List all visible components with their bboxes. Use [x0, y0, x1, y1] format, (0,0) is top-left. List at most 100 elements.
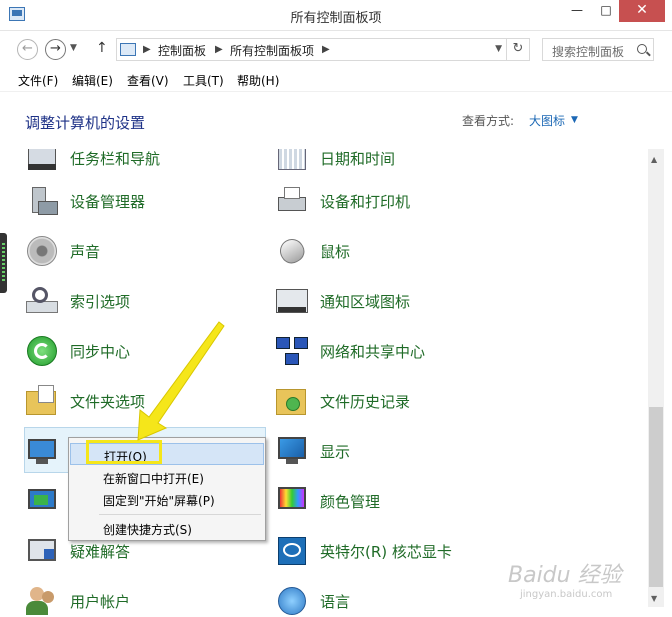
folder-options-icon — [24, 383, 60, 419]
menu-item-label: 在新窗口中打开(E) — [103, 472, 204, 486]
vertical-scrollbar[interactable]: ▲ ▼ — [648, 149, 664, 607]
speaker-icon — [24, 233, 60, 269]
maximize-button[interactable]: □ — [592, 0, 620, 22]
item-user-accounts[interactable]: 用户帐户 — [24, 578, 264, 617]
item-label: 语言 — [320, 593, 351, 611]
menu-item-label: 固定到"开始"屏幕(P) — [103, 494, 215, 508]
item-language[interactable]: 语言 — [274, 578, 514, 617]
printer-icon — [274, 183, 310, 219]
breadcrumb-control-panel[interactable]: 控制面板 — [158, 42, 206, 59]
control-panel-icon — [120, 43, 136, 56]
minimize-button[interactable]: — — [563, 0, 591, 22]
item-label: 网络和共享中心 — [320, 343, 426, 361]
search-input[interactable]: 搜索控制面板 — [542, 38, 654, 61]
notification-icon — [274, 283, 310, 319]
menu-item-label: 创建快捷方式(S) — [103, 523, 192, 537]
breadcrumb-all-items[interactable]: 所有控制面板项 — [230, 42, 314, 59]
scroll-up-arrow-icon[interactable]: ▲ — [651, 155, 657, 164]
close-button[interactable]: ✕ — [619, 0, 665, 22]
item-label: 文件夹选项 — [70, 393, 146, 411]
item-network-sharing-center[interactable]: 网络和共享中心 — [274, 328, 514, 374]
item-device-manager[interactable]: 设备管理器 — [24, 178, 264, 224]
mouse-icon — [274, 233, 310, 269]
taskbar-icon — [24, 149, 60, 176]
view-by-chevron-down-icon[interactable]: ▼ — [571, 115, 578, 125]
context-menu-pin-to-start[interactable]: 固定到"开始"屏幕(P) — [70, 488, 264, 510]
recent-locations-dropdown-icon[interactable]: ▼ — [70, 43, 77, 53]
item-file-history[interactable]: 文件历史记录 — [274, 378, 514, 424]
calendar-icon — [274, 149, 310, 176]
address-row: ← → ▼ ↑ ▶ 控制面板 ▶ 所有控制面板项 ▶ ▼ ↻ 搜索控制面板 — [0, 31, 672, 65]
item-label: 声音 — [70, 243, 101, 261]
item-intel-graphics[interactable]: 英特尔(R) 核芯显卡 — [274, 528, 514, 574]
watermark-url: jingyan.baidu.com — [520, 589, 613, 600]
item-sync-center[interactable]: 同步中心 — [24, 328, 264, 374]
color-management-icon — [274, 483, 310, 519]
side-panel-handle[interactable] — [0, 233, 7, 293]
item-label: 设备和打印机 — [320, 193, 411, 211]
troubleshooting-icon — [24, 533, 60, 569]
back-button[interactable]: ← — [17, 39, 38, 60]
context-menu-open-new-window[interactable]: 在新窗口中打开(E) — [70, 466, 264, 488]
item-taskbar-navigation[interactable]: 任务栏和导航 — [24, 149, 264, 181]
breadcrumb-separator-icon[interactable]: ▶ — [322, 44, 330, 55]
intel-graphics-icon — [274, 533, 310, 569]
view-by-dropdown[interactable]: 大图标 — [529, 112, 565, 129]
user-accounts-icon — [24, 583, 60, 617]
up-button[interactable]: ↑ — [96, 40, 108, 56]
search-placeholder: 搜索控制面板 — [552, 45, 625, 59]
item-label: 颜色管理 — [320, 493, 381, 511]
forward-button[interactable]: → — [45, 39, 66, 60]
annotation-highlight-box — [86, 440, 162, 464]
sync-icon — [24, 333, 60, 369]
recovery-icon — [24, 483, 60, 519]
menu-separator — [99, 514, 261, 515]
context-menu-create-shortcut[interactable]: 创建快捷方式(S) — [70, 517, 264, 539]
page-title: 调整计算机的设置 — [25, 114, 146, 132]
file-history-icon — [274, 383, 310, 419]
item-label: 显示 — [320, 443, 351, 461]
address-bar[interactable]: ▶ 控制面板 ▶ 所有控制面板项 ▶ ▼ — [116, 38, 507, 61]
item-mouse[interactable]: 鼠标 — [274, 228, 514, 274]
personalization-icon — [24, 433, 60, 469]
item-folder-options[interactable]: 文件夹选项 — [24, 378, 264, 424]
item-label: 英特尔(R) 核芯显卡 — [320, 543, 452, 561]
item-label: 用户帐户 — [70, 593, 131, 611]
menu-tools[interactable]: 工具(T) — [183, 72, 224, 89]
item-label: 同步中心 — [70, 343, 131, 361]
item-display[interactable]: 显示 — [274, 428, 514, 474]
item-indexing-options[interactable]: 索引选项 — [24, 278, 264, 324]
item-label: 索引选项 — [70, 293, 131, 311]
device-manager-icon — [24, 183, 60, 219]
refresh-button[interactable]: ↻ — [507, 38, 530, 61]
item-label: 通知区域图标 — [320, 293, 411, 311]
item-label: 文件历史记录 — [320, 393, 411, 411]
items-panel: 任务栏和导航 设备管理器 声音 索引选项 同步中心 文件夹选项 疑难解答 用户帐… — [0, 149, 648, 617]
item-date-time[interactable]: 日期和时间 — [274, 149, 514, 181]
search-icon[interactable] — [637, 44, 647, 54]
menu-file[interactable]: 文件(F) — [18, 72, 58, 89]
menu-edit[interactable]: 编辑(E) — [72, 72, 113, 89]
item-devices-printers[interactable]: 设备和打印机 — [274, 178, 514, 224]
address-dropdown-icon[interactable]: ▼ — [495, 44, 502, 54]
title-bar: 所有控制面板项 — □ ✕ — [0, 0, 672, 31]
display-icon — [274, 433, 310, 469]
item-notification-area-icons[interactable]: 通知区域图标 — [274, 278, 514, 324]
item-color-management[interactable]: 颜色管理 — [274, 478, 514, 524]
watermark-logo: Baidu 经验 — [508, 563, 622, 588]
language-icon — [274, 583, 310, 617]
network-icon — [274, 333, 310, 369]
menu-view[interactable]: 查看(V) — [127, 72, 169, 89]
breadcrumb-separator-icon[interactable]: ▶ — [143, 44, 151, 55]
menu-bar: 文件(F) 编辑(E) 查看(V) 工具(T) 帮助(H) — [0, 66, 672, 92]
menu-help[interactable]: 帮助(H) — [237, 72, 279, 89]
breadcrumb-separator-icon[interactable]: ▶ — [215, 44, 223, 55]
content-header: 调整计算机的设置 查看方式: 大图标 ▼ — [0, 93, 672, 149]
scroll-thumb[interactable] — [649, 407, 663, 587]
item-sound[interactable]: 声音 — [24, 228, 264, 274]
item-label: 鼠标 — [320, 243, 351, 261]
item-label: 任务栏和导航 — [70, 150, 161, 168]
item-label: 日期和时间 — [320, 150, 396, 168]
indexing-icon — [24, 283, 60, 319]
scroll-down-arrow-icon[interactable]: ▼ — [651, 594, 657, 603]
